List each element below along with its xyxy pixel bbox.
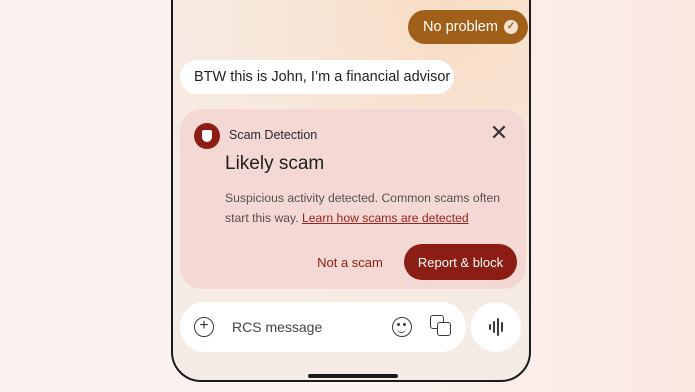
incoming-message-bubble: BTW this is John, I’m a financial adviso… (180, 60, 454, 94)
gallery-icon[interactable] (430, 315, 452, 337)
outgoing-message-text: No problem (423, 19, 498, 35)
phone-frame: No problem ✓ BTW this is John, I’m a fin… (171, 0, 531, 382)
scam-card-title: Likely scam (225, 153, 325, 174)
message-input[interactable]: RCS message (232, 319, 322, 335)
plus-icon[interactable]: + (194, 317, 214, 337)
check-icon: ✓ (504, 20, 518, 34)
shield-icon (194, 123, 220, 149)
scam-card-header: Scam Detection (229, 128, 318, 142)
voice-message-button[interactable] (471, 302, 521, 352)
incoming-message-text: BTW this is John, I’m a financial adviso… (194, 69, 451, 85)
home-indicator (308, 374, 398, 378)
report-and-block-button[interactable]: Report & block (404, 244, 517, 280)
close-icon[interactable]: ✕ (487, 121, 511, 145)
not-a-scam-button[interactable]: Not a scam (308, 246, 392, 278)
message-composer: + RCS message (180, 302, 466, 352)
outgoing-message-bubble: No problem ✓ (408, 10, 528, 44)
learn-more-link[interactable]: Learn how scams are detected (302, 211, 469, 225)
scam-card-description: Suspicious activity detected. Common sca… (225, 188, 517, 228)
voice-waveform-icon (489, 318, 505, 336)
emoji-icon[interactable] (392, 317, 412, 337)
scam-detection-card: Scam Detection ✕ Likely scam Suspicious … (180, 109, 526, 289)
